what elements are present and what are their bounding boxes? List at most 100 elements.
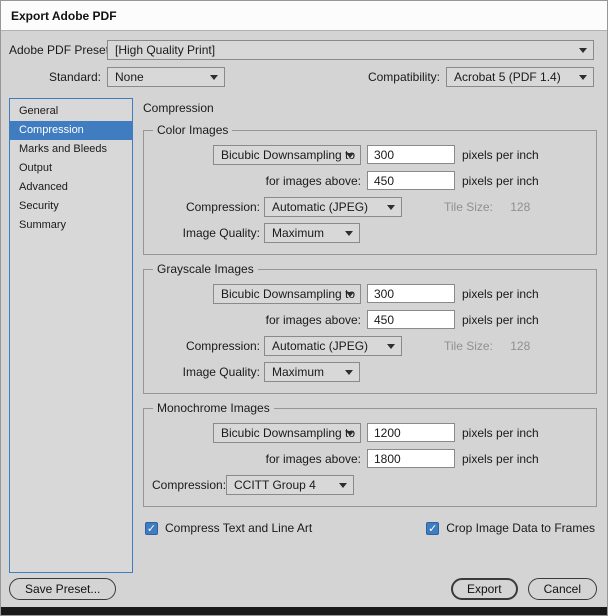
grayscale-quality-row: Image Quality: Maximum (152, 361, 588, 382)
color-resolution-input[interactable] (367, 145, 455, 164)
export-adobe-pdf-dialog: Export Adobe PDF Adobe PDF Preset: [High… (0, 0, 608, 616)
grayscale-images-legend: Grayscale Images (153, 262, 258, 276)
compress-text-checkbox[interactable]: ✓ Compress Text and Line Art (145, 521, 312, 535)
export-button[interactable]: Export (451, 578, 518, 600)
grayscale-quality-dropdown[interactable]: Maximum (264, 362, 360, 382)
standard-dropdown[interactable]: None (107, 67, 225, 87)
ppi-unit-label: pixels per inch (462, 313, 539, 327)
preset-row: Adobe PDF Preset: [High Quality Print] (9, 40, 594, 60)
compatibility-value: Acrobat 5 (PDF 1.4) (454, 70, 561, 84)
preset-dropdown[interactable]: [High Quality Print] (107, 40, 594, 60)
panel-title: Compression (143, 101, 597, 115)
color-compression-value: Automatic (JPEG) (272, 200, 368, 214)
monochrome-downsampling-value: Bicubic Downsampling to (221, 426, 355, 440)
grayscale-quality-value: Maximum (272, 365, 324, 379)
grayscale-compression-dropdown[interactable]: Automatic (JPEG) (264, 336, 402, 356)
ppi-unit-label: pixels per inch (462, 174, 539, 188)
tile-size-value: 128 (510, 200, 530, 214)
standard-value: None (115, 70, 144, 84)
window-title: Export Adobe PDF (11, 9, 117, 23)
sidebar-item-summary[interactable]: Summary (10, 216, 132, 235)
chevron-down-icon (387, 344, 395, 349)
chevron-down-icon (210, 75, 218, 80)
sidebar-item-marks-and-bleeds[interactable]: Marks and Bleeds (10, 140, 132, 159)
chevron-down-icon (346, 292, 354, 297)
monochrome-downsampling-row: Bicubic Downsampling to pixels per inch (152, 422, 588, 443)
chevron-down-icon (387, 205, 395, 210)
monochrome-resolution-input[interactable] (367, 423, 455, 442)
grayscale-threshold-input[interactable] (367, 310, 455, 329)
for-images-above-label: for images above: (266, 313, 361, 327)
titlebar: Export Adobe PDF (1, 1, 607, 31)
chevron-down-icon (579, 48, 587, 53)
color-quality-dropdown[interactable]: Maximum (264, 223, 360, 243)
checkbox-row: ✓ Compress Text and Line Art ✓ Crop Imag… (145, 521, 595, 535)
color-images-group: Color Images Bicubic Downsampling to pix… (143, 130, 597, 255)
monochrome-downsampling-dropdown[interactable]: Bicubic Downsampling to (213, 423, 361, 443)
grayscale-threshold-row: for images above: pixels per inch (152, 309, 588, 330)
chevron-down-icon (339, 483, 347, 488)
color-downsampling-value: Bicubic Downsampling to (221, 148, 355, 162)
compression-label: Compression: (152, 478, 222, 492)
crop-image-data-label: Crop Image Data to Frames (446, 521, 595, 535)
grayscale-downsampling-row: Bicubic Downsampling to pixels per inch (152, 283, 588, 304)
standard-label: Standard: (9, 70, 101, 84)
tile-size-label: Tile Size: (444, 200, 493, 214)
monochrome-compression-dropdown[interactable]: CCITT Group 4 (226, 475, 354, 495)
tile-size-field: Tile Size: 128 (444, 339, 530, 353)
sidebar-item-output[interactable]: Output (10, 159, 132, 178)
chevron-down-icon (346, 431, 354, 436)
monochrome-threshold-row: for images above: pixels per inch (152, 448, 588, 469)
checkbox-checked-icon: ✓ (426, 522, 439, 535)
sidebar-item-general[interactable]: General (10, 102, 132, 121)
sidebar-item-security[interactable]: Security (10, 197, 132, 216)
ppi-unit-label: pixels per inch (462, 452, 539, 466)
sidebar-item-advanced[interactable]: Advanced (10, 178, 132, 197)
compression-label: Compression: (152, 339, 260, 353)
for-images-above-label: for images above: (266, 174, 361, 188)
crop-image-data-checkbox[interactable]: ✓ Crop Image Data to Frames (426, 521, 595, 535)
color-downsampling-row: Bicubic Downsampling to pixels per inch (152, 144, 588, 165)
preset-label: Adobe PDF Preset: (9, 43, 101, 57)
tile-size-value: 128 (510, 339, 530, 353)
tile-size-label: Tile Size: (444, 339, 493, 353)
footer: Save Preset... Export Cancel (9, 578, 597, 600)
monochrome-images-legend: Monochrome Images (153, 401, 274, 415)
header: Adobe PDF Preset: [High Quality Print] S… (1, 31, 607, 87)
dialog-content: General Compression Marks and Bleeds Out… (1, 94, 607, 573)
color-images-legend: Color Images (153, 123, 232, 137)
color-compression-dropdown[interactable]: Automatic (JPEG) (264, 197, 402, 217)
checkbox-checked-icon: ✓ (145, 522, 158, 535)
chevron-down-icon (579, 75, 587, 80)
for-images-above-label: for images above: (266, 452, 361, 466)
monochrome-threshold-input[interactable] (367, 449, 455, 468)
compression-panel: Compression Color Images Bicubic Downsam… (133, 98, 597, 573)
standard-row: Standard: None Compatibility: Acrobat 5 … (9, 67, 594, 87)
grayscale-downsampling-value: Bicubic Downsampling to (221, 287, 355, 301)
compatibility-label: Compatibility: (368, 70, 440, 84)
color-threshold-row: for images above: pixels per inch (152, 170, 588, 191)
color-compression-row: Compression: Automatic (JPEG) Tile Size:… (152, 196, 588, 217)
cancel-button[interactable]: Cancel (528, 578, 597, 600)
color-quality-value: Maximum (272, 226, 324, 240)
compress-text-label: Compress Text and Line Art (165, 521, 312, 535)
compression-label: Compression: (152, 200, 260, 214)
tile-size-field: Tile Size: 128 (444, 200, 530, 214)
grayscale-compression-row: Compression: Automatic (JPEG) Tile Size:… (152, 335, 588, 356)
desktop-edge (1, 607, 607, 615)
ppi-unit-label: pixels per inch (462, 148, 539, 162)
monochrome-compression-row: Compression: CCITT Group 4 (152, 474, 588, 495)
monochrome-images-group: Monochrome Images Bicubic Downsampling t… (143, 408, 597, 507)
grayscale-downsampling-dropdown[interactable]: Bicubic Downsampling to (213, 284, 361, 304)
grayscale-resolution-input[interactable] (367, 284, 455, 303)
save-preset-button[interactable]: Save Preset... (9, 578, 116, 600)
color-downsampling-dropdown[interactable]: Bicubic Downsampling to (213, 145, 361, 165)
ppi-unit-label: pixels per inch (462, 287, 539, 301)
chevron-down-icon (345, 370, 353, 375)
ppi-unit-label: pixels per inch (462, 426, 539, 440)
sidebar-item-compression[interactable]: Compression (10, 121, 132, 140)
color-threshold-input[interactable] (367, 171, 455, 190)
image-quality-label: Image Quality: (152, 365, 260, 379)
color-quality-row: Image Quality: Maximum (152, 222, 588, 243)
compatibility-dropdown[interactable]: Acrobat 5 (PDF 1.4) (446, 67, 594, 87)
